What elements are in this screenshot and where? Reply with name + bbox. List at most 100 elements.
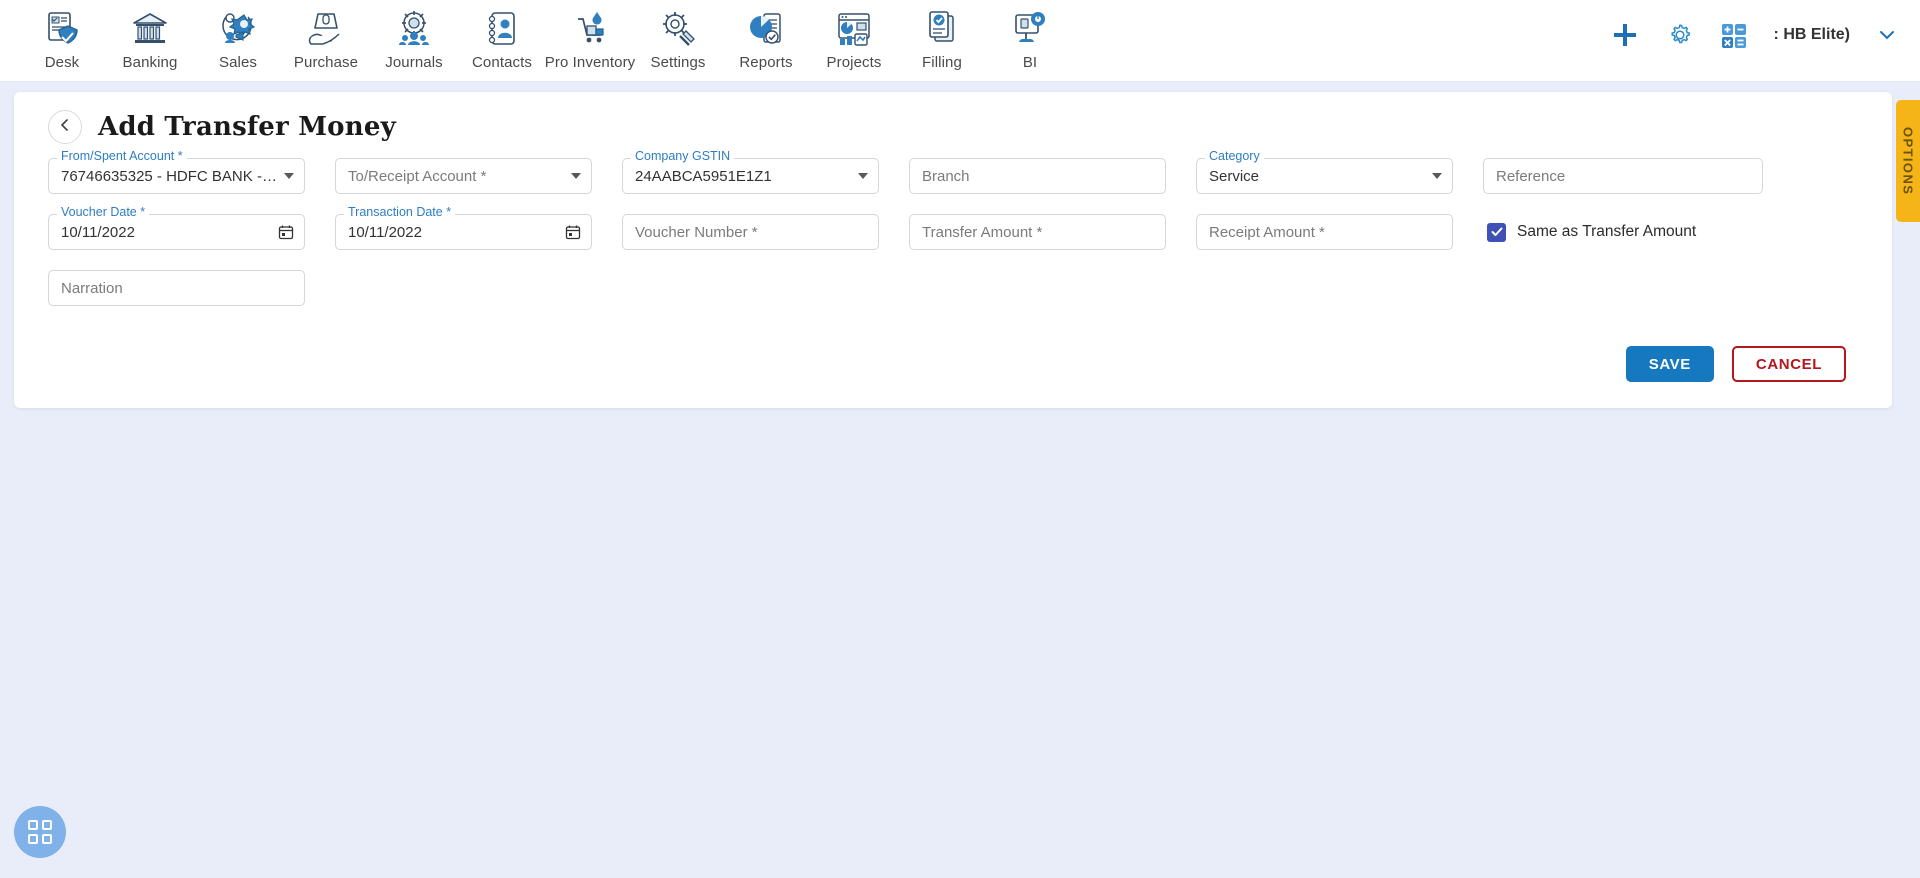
transaction-date-input[interactable]: 10/11/2022 xyxy=(335,214,592,250)
category-label: Category xyxy=(1205,150,1264,162)
nav-item-projects[interactable]: Projects xyxy=(810,4,898,71)
nav-label: Projects xyxy=(826,54,882,71)
to-receipt-account-select[interactable]: To/Receipt Account * xyxy=(335,158,592,194)
voucher-number-input[interactable]: Voucher Number * xyxy=(622,214,879,250)
form-row-3: Narration xyxy=(34,270,1872,306)
nav-label: Filling xyxy=(922,54,962,71)
calendar-icon[interactable] xyxy=(565,224,581,240)
from-spent-account-field: From/Spent Account * 76746635325 - HDFC … xyxy=(48,150,305,194)
reports-icon xyxy=(746,8,786,50)
branch-field: Branch xyxy=(909,158,1166,194)
nav-item-banking[interactable]: Banking xyxy=(106,4,194,71)
gear-icon[interactable] xyxy=(1666,21,1694,49)
settings-icon xyxy=(658,8,698,50)
bank-icon xyxy=(130,8,170,50)
to-receipt-account-placeholder: To/Receipt Account * xyxy=(348,167,487,185)
branch-placeholder: Branch xyxy=(922,167,970,185)
plus-icon[interactable] xyxy=(1610,20,1640,50)
company-gstin-label: Company GSTIN xyxy=(631,150,735,162)
transfer-amount-field: Transfer Amount * xyxy=(909,214,1166,250)
projects-icon xyxy=(834,8,874,50)
same-as-transfer-amount-checkbox[interactable]: Same as Transfer Amount xyxy=(1487,214,1696,250)
grid-apps-icon xyxy=(28,820,52,844)
from-spent-account-label: From/Spent Account * xyxy=(57,150,187,162)
narration-input[interactable]: Narration xyxy=(48,270,305,306)
reference-placeholder: Reference xyxy=(1496,167,1566,185)
cancel-button[interactable]: CANCEL xyxy=(1731,346,1846,382)
calculator-icon[interactable] xyxy=(1720,21,1748,49)
options-side-tab[interactable]: OPTIONS xyxy=(1896,100,1920,222)
receipt-amount-placeholder: Receipt Amount * xyxy=(1209,223,1325,241)
voucher-number-placeholder: Voucher Number * xyxy=(635,223,758,241)
transaction-date-field: Transaction Date * 10/11/2022 xyxy=(335,206,592,250)
transfer-amount-placeholder: Transfer Amount * xyxy=(922,223,1043,241)
chevron-down-icon xyxy=(571,173,581,179)
nav-right-actions: : HB Elite) xyxy=(1610,4,1902,66)
calendar-icon[interactable] xyxy=(278,224,294,240)
receipt-amount-input[interactable]: Receipt Amount * xyxy=(1196,214,1453,250)
desk-icon xyxy=(42,8,82,50)
chevron-down-icon[interactable] xyxy=(1876,24,1898,46)
company-gstin-value: 24AABCA5951E1Z1 xyxy=(635,167,772,185)
nav-item-sales[interactable]: Sales xyxy=(194,4,282,71)
nav-item-pro-inventory[interactable]: Pro Inventory xyxy=(544,4,636,71)
chevron-down-icon xyxy=(284,173,294,179)
company-gstin-select[interactable]: 24AABCA5951E1Z1 xyxy=(622,158,879,194)
form-actions: SAVE CANCEL xyxy=(34,346,1872,382)
nav-label: Contacts xyxy=(472,54,532,71)
receipt-amount-field: Receipt Amount * xyxy=(1196,214,1453,250)
nav-item-journals[interactable]: Journals xyxy=(370,4,458,71)
chevron-down-icon xyxy=(858,173,868,179)
nav-item-purchase[interactable]: Purchase xyxy=(282,4,370,71)
back-button[interactable] xyxy=(48,110,82,144)
from-spent-account-select[interactable]: 76746635325 - HDFC BANK - HDFC B... xyxy=(48,158,305,194)
chevron-down-icon xyxy=(1432,173,1442,179)
nav-item-reports[interactable]: Reports xyxy=(722,4,810,71)
nav-label: Desk xyxy=(44,54,80,71)
options-tab-label: OPTIONS xyxy=(1900,126,1916,196)
nav-label: Pro Inventory xyxy=(544,54,636,71)
nav-label: Reports xyxy=(739,54,793,71)
voucher-date-input[interactable]: 10/11/2022 xyxy=(48,214,305,250)
same-as-transfer-amount-label: Same as Transfer Amount xyxy=(1517,223,1697,240)
nav-item-bi[interactable]: BI xyxy=(986,4,1074,71)
transfer-money-card: Add Transfer Money From/Spent Account * … xyxy=(14,92,1892,408)
category-select[interactable]: Service xyxy=(1196,158,1453,194)
from-spent-account-value: 76746635325 - HDFC BANK - HDFC B... xyxy=(61,167,278,185)
nav-label: Settings xyxy=(650,54,706,71)
reference-input[interactable]: Reference xyxy=(1483,158,1763,194)
save-button[interactable]: SAVE xyxy=(1625,346,1714,382)
journals-icon xyxy=(394,8,434,50)
nav-label: Purchase xyxy=(293,54,359,71)
transaction-date-value: 10/11/2022 xyxy=(348,223,422,241)
nav-item-filling[interactable]: Filling xyxy=(898,4,986,71)
nav-items-container: Desk Banking Sales Purchase Journals Con… xyxy=(18,4,1074,71)
contacts-icon xyxy=(482,8,522,50)
nav-label: Sales xyxy=(218,54,258,71)
nav-item-contacts[interactable]: Contacts xyxy=(458,4,546,71)
inventory-icon xyxy=(570,8,610,50)
voucher-date-label: Voucher Date * xyxy=(57,206,150,218)
transfer-amount-input[interactable]: Transfer Amount * xyxy=(909,214,1166,250)
voucher-date-field: Voucher Date * 10/11/2022 xyxy=(48,206,305,250)
form-row-2: Voucher Date * 10/11/2022 Transaction Da… xyxy=(34,206,1872,250)
to-receipt-account-field: To/Receipt Account * xyxy=(335,158,592,194)
branch-input[interactable]: Branch xyxy=(909,158,1166,194)
nav-label: Banking xyxy=(122,54,178,71)
card-header: Add Transfer Money xyxy=(34,110,1872,144)
bi-icon xyxy=(1010,8,1050,50)
user-account-label[interactable]: : HB Elite) xyxy=(1774,26,1850,44)
checkbox-checked-icon xyxy=(1487,222,1506,242)
company-gstin-field: Company GSTIN 24AABCA5951E1Z1 xyxy=(622,150,879,194)
nav-item-desk[interactable]: Desk xyxy=(18,4,106,71)
form-row-1: From/Spent Account * 76746635325 - HDFC … xyxy=(34,150,1872,194)
transaction-date-label: Transaction Date * xyxy=(344,206,456,218)
voucher-number-field: Voucher Number * xyxy=(622,214,879,250)
apps-grid-fab[interactable] xyxy=(14,806,66,858)
narration-field: Narration xyxy=(48,270,305,306)
category-field: Category Service xyxy=(1196,150,1453,194)
chevron-left-icon xyxy=(57,117,73,138)
category-value: Service xyxy=(1209,167,1260,185)
nav-item-settings[interactable]: Settings xyxy=(634,4,722,71)
page-title: Add Transfer Money xyxy=(98,112,396,142)
